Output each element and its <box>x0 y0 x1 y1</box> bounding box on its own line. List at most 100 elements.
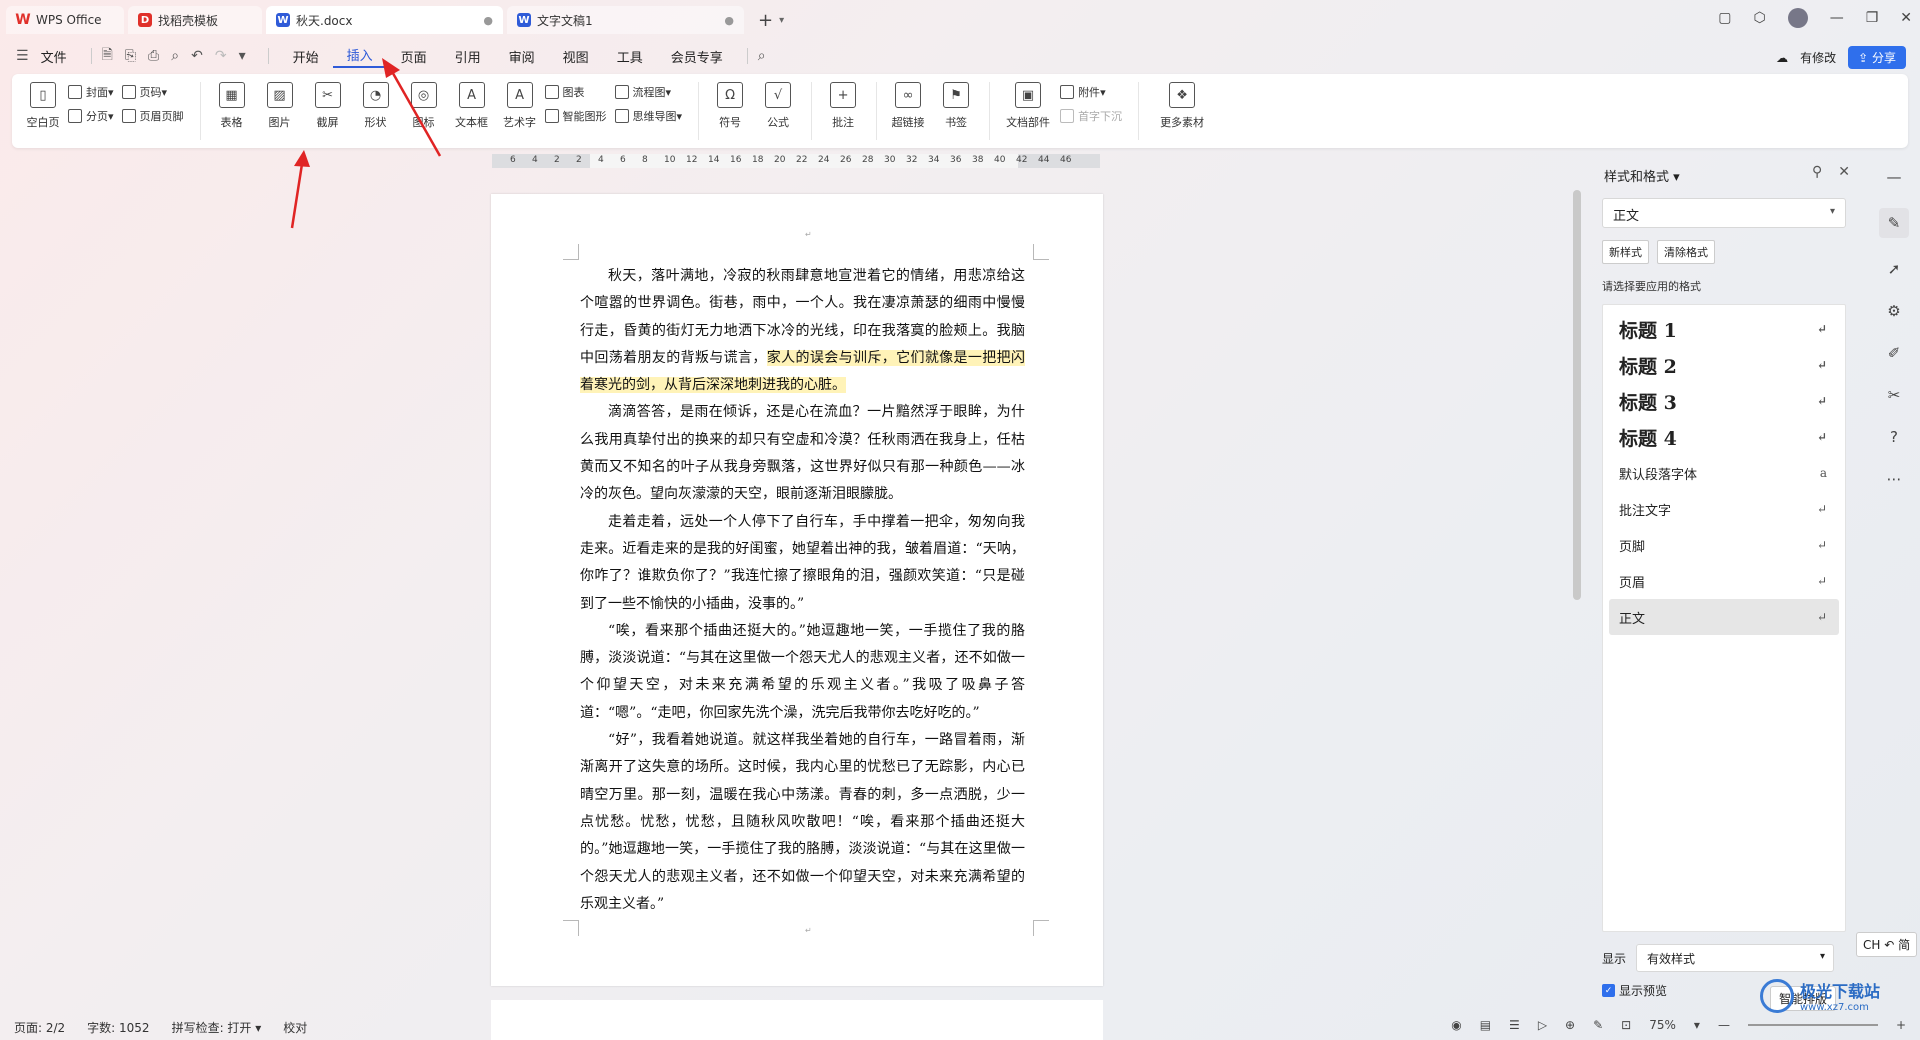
zoom-out-icon[interactable]: — <box>1718 1018 1730 1032</box>
clear-format-button[interactable]: 清除格式 <box>1657 240 1715 264</box>
vertical-scrollbar[interactable] <box>1572 160 1582 1010</box>
close-icon[interactable]: ✕ <box>1838 164 1850 180</box>
menu-vip[interactable]: 会员专享 <box>657 47 737 66</box>
minimize-icon[interactable]: — <box>1830 10 1844 26</box>
tab-status-dot[interactable]: ● <box>483 14 493 27</box>
bookmark-button[interactable]: ⚑ 书签 <box>933 82 979 130</box>
textbox-button[interactable]: A 文本框 <box>449 82 495 130</box>
style-item-body[interactable]: 正文 ↵ <box>1609 599 1839 635</box>
symbol-button[interactable]: Ω 符号 <box>707 82 753 130</box>
tools-icon[interactable]: ✂ <box>1883 384 1905 406</box>
zoom-level[interactable]: 75% <box>1649 1018 1676 1032</box>
eye-icon[interactable]: ◉ <box>1451 1018 1461 1032</box>
picture-button[interactable]: ▨ 图片 <box>257 82 303 130</box>
flowchart-button[interactable]: 流程图 ▾ <box>614 84 683 100</box>
current-style-select[interactable]: 正文 ▾ <box>1602 198 1846 228</box>
page-view-icon[interactable]: ▤ <box>1480 1018 1491 1032</box>
page-count[interactable]: 页面: 2/2 <box>14 1019 65 1036</box>
window-layout-icon[interactable]: ▢ <box>1718 10 1731 26</box>
table-button[interactable]: ▦ 表格 <box>209 82 255 130</box>
preview-option[interactable]: ✓ 显示预览 <box>1602 982 1667 999</box>
menu-home[interactable]: 开始 <box>279 47 333 66</box>
comment-button[interactable]: + 批注 <box>820 82 866 130</box>
tab-template[interactable]: D 找稻壳模板 <box>128 6 262 34</box>
edit-doc-icon[interactable]: ✐ <box>1883 342 1905 364</box>
search-icon[interactable]: ⌕ <box>758 48 766 64</box>
document-page[interactable]: ↵ 秋天，落叶满地，冷寂的秋雨肆意地宣泄着它的情绪，用悲凉给这个喧嚣的世界调色。… <box>491 194 1103 986</box>
document-body[interactable]: 秋天，落叶满地，冷寂的秋雨肆意地宣泄着它的情绪，用悲凉给这个喧嚣的世界调色。街巷… <box>580 263 1026 918</box>
collapse-icon[interactable]: — <box>1883 166 1905 188</box>
chevron-down-icon[interactable]: ▾ <box>239 48 246 64</box>
horizontal-ruler[interactable]: 6 4 2 2 4 6 8 10 12 14 16 18 20 22 24 26 28 30 32 34 36 38 40 4… <box>492 154 1100 168</box>
word-count[interactable]: 字数: 1052 <box>87 1019 149 1036</box>
cube-icon[interactable]: ⬡ <box>1753 10 1765 26</box>
pin-icon[interactable]: ⚲ <box>1812 164 1822 180</box>
tab-document-2[interactable]: W 文字文稿1 ● <box>507 6 744 34</box>
scrollbar-thumb[interactable] <box>1573 190 1581 600</box>
mindmap-button[interactable]: 思维导图 ▾ <box>614 108 682 124</box>
menu-tools[interactable]: 工具 <box>603 47 657 66</box>
has-changes-label[interactable]: 有修改 <box>1800 49 1836 66</box>
new-style-button[interactable]: 新样式 <box>1602 240 1649 264</box>
tab-wps-home[interactable]: W WPS Office <box>6 6 124 34</box>
pen-icon[interactable]: ✎ <box>1593 1018 1603 1032</box>
page-number-button[interactable]: 页码 ▾ <box>121 84 184 100</box>
fit-icon[interactable]: ⊡ <box>1621 1018 1631 1032</box>
style-item-heading-2[interactable]: 标题 2 ↵ <box>1609 347 1839 383</box>
menu-view[interactable]: 视图 <box>549 47 603 66</box>
page-break-button[interactable]: 分页 ▾ <box>68 108 114 124</box>
preview-checkbox[interactable]: ✓ <box>1602 984 1615 997</box>
settings-sliders-icon[interactable]: ⚙ <box>1883 300 1905 322</box>
restore-icon[interactable]: ❐ <box>1866 10 1879 26</box>
redo-icon[interactable]: ↷ <box>215 48 227 64</box>
spellcheck-toggle[interactable]: 拼写检查: 打开 ▾ <box>172 1019 262 1036</box>
attachment-button[interactable]: 附件 ▾ <box>1060 84 1122 100</box>
chevron-down-icon[interactable]: ▾ <box>1694 1018 1700 1032</box>
chart-button[interactable]: 图表 <box>544 84 607 100</box>
menu-insert[interactable]: 插入 <box>332 45 387 68</box>
proofread-button[interactable]: 校对 <box>283 1019 307 1036</box>
play-icon[interactable]: ▷ <box>1538 1018 1547 1032</box>
menu-review[interactable]: 审阅 <box>495 47 549 66</box>
export-icon[interactable]: ⎘ <box>125 48 136 64</box>
print-preview-icon[interactable]: ⌕ <box>171 48 179 64</box>
tab-document-autumn[interactable]: W 秋天.docx ● <box>266 6 503 34</box>
avatar[interactable] <box>1787 8 1808 28</box>
show-select[interactable]: 有效样式 ▾ <box>1636 944 1835 972</box>
style-item-heading-1[interactable]: 标题 1 ↵ <box>1609 311 1839 347</box>
style-item-heading-4[interactable]: 标题 4 ↵ <box>1609 419 1839 455</box>
drop-cap-button[interactable]: 首字下沉 <box>1060 108 1122 124</box>
web-view-icon[interactable]: ⊕ <box>1565 1018 1575 1032</box>
more-icon[interactable]: ⋯ <box>1883 468 1905 490</box>
help-icon[interactable]: ? <box>1883 426 1905 448</box>
menu-file[interactable]: 文件 <box>41 47 67 66</box>
formula-button[interactable]: √ 公式 <box>755 82 801 130</box>
style-pen-icon[interactable]: ✎ <box>1879 208 1909 238</box>
cover-button[interactable]: 封面 ▾ <box>68 84 114 100</box>
ime-indicator[interactable]: CH ↶ 简 <box>1856 932 1918 957</box>
save-icon[interactable]: 🗎 <box>102 44 113 68</box>
share-button[interactable]: ⇪ 分享 <box>1848 46 1906 69</box>
outline-view-icon[interactable]: ☰ <box>1509 1018 1520 1032</box>
panel-title[interactable]: 样式和格式 ▾ <box>1604 166 1680 185</box>
select-cursor-icon[interactable]: ➚ <box>1883 258 1905 280</box>
style-item-default-font[interactable]: 默认段落字体 a <box>1609 455 1839 491</box>
zoom-slider[interactable] <box>1747 1024 1878 1026</box>
new-tab-button[interactable]: + <box>758 10 773 31</box>
blank-page-button[interactable]: ▯ 空白页 <box>20 82 66 130</box>
close-icon[interactable]: ✕ <box>1900 10 1912 26</box>
chevron-down-icon[interactable]: ▾ <box>779 15 784 26</box>
tab-status-dot[interactable]: ● <box>724 14 734 27</box>
screenshot-button[interactable]: ✂ 截屏 <box>305 82 351 130</box>
zoom-in-icon[interactable]: + <box>1896 1018 1906 1032</box>
style-item-heading-3[interactable]: 标题 3 ↵ <box>1609 383 1839 419</box>
style-item-footer[interactable]: 页脚 ↵ <box>1609 527 1839 563</box>
style-item-header[interactable]: 页眉 ↵ <box>1609 563 1839 599</box>
hamburger-icon[interactable]: ☰ <box>16 48 29 64</box>
hyperlink-button[interactable]: ∞ 超链接 <box>885 82 931 130</box>
header-footer-button[interactable]: 页眉页脚 <box>121 108 184 124</box>
wordart-button[interactable]: A 艺术字 <box>497 82 543 130</box>
undo-icon[interactable]: ↶ <box>191 48 203 64</box>
doc-parts-button[interactable]: ▣ 文档部件 <box>998 82 1058 130</box>
style-item-comment-text[interactable]: 批注文字 ↵ <box>1609 491 1839 527</box>
